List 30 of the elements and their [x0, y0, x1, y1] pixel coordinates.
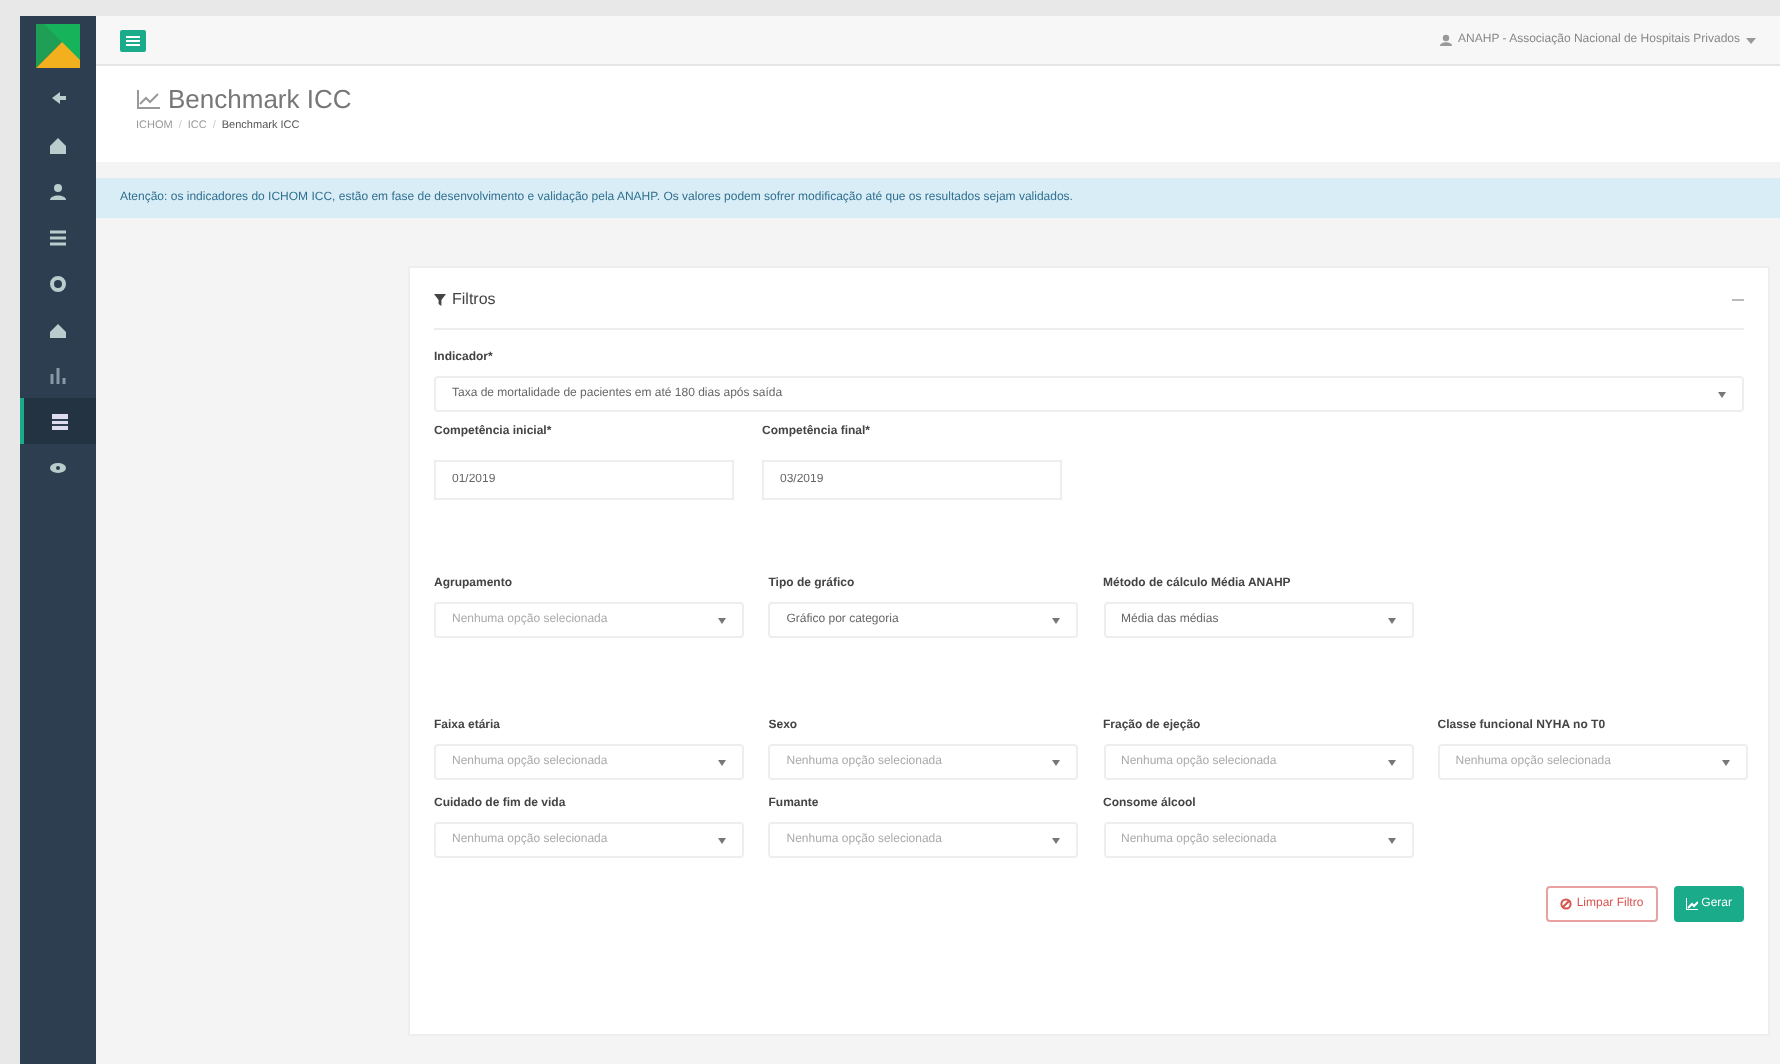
caret-icon: [1387, 617, 1395, 623]
menu-icon: [126, 35, 140, 45]
caret-icon: [1746, 37, 1756, 43]
caret-icon: [1387, 759, 1395, 765]
sidebar-item[interactable]: [20, 398, 96, 444]
user-icon: [48, 181, 68, 201]
user-icon: [1440, 34, 1453, 46]
caret-icon: [1052, 837, 1061, 843]
bar-chart-icon: [48, 365, 68, 385]
filter-icon: [434, 294, 446, 306]
line-chart-icon: [136, 89, 160, 109]
page-title: Benchmark ICC: [168, 86, 352, 112]
caret-icon: [718, 837, 726, 843]
caret-icon: [1052, 759, 1061, 765]
caret-icon: [718, 617, 726, 623]
clear-icon: [1560, 898, 1573, 910]
table-icon: [50, 411, 70, 431]
eye-icon: [48, 457, 68, 477]
caret-icon: [718, 759, 726, 765]
caret-icon: [1052, 617, 1061, 623]
line-chart-icon: [1685, 898, 1698, 910]
panel-title: Filtros: [452, 288, 496, 312]
caret-icon: [1721, 759, 1730, 765]
list-icon: [48, 227, 68, 247]
settings-icon: [48, 273, 68, 293]
caret-icon: [1718, 391, 1726, 397]
menu-button[interactable]: [120, 29, 146, 51]
home-icon: [48, 135, 68, 155]
caret-icon: [1387, 837, 1395, 843]
home-icon: [48, 319, 68, 339]
